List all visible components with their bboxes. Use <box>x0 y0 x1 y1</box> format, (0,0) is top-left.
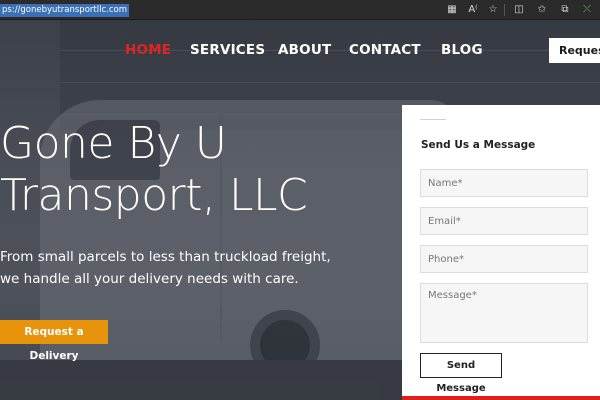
phone-field[interactable] <box>420 245 588 273</box>
panel-divider <box>420 119 446 120</box>
name-field[interactable] <box>420 169 588 197</box>
nav-item-services[interactable]: SERVICES <box>190 42 265 58</box>
subtitle-line-2: we handle all your delivery needs with c… <box>0 271 299 287</box>
nav-request-button[interactable]: Request <box>549 38 600 63</box>
message-field[interactable] <box>420 283 588 343</box>
address-bar[interactable]: ps://gonebyutransportllc.com <box>0 4 129 17</box>
nav-item-blog[interactable]: BLOG <box>441 42 483 58</box>
collections-icon[interactable]: ⧉ <box>558 3 572 17</box>
hero-subtitle: From small parcels to less than truckloa… <box>0 246 360 290</box>
form-title: Send Us a Message <box>421 139 536 151</box>
email-field[interactable] <box>420 207 588 235</box>
split-screen-icon[interactable]: ◫ <box>512 3 526 17</box>
panel-bottom-accent <box>402 396 600 400</box>
nav-item-contact[interactable]: CONTACT <box>349 42 421 58</box>
page-title: Gone By U Transport, LLC <box>0 118 390 222</box>
read-aloud-icon[interactable]: A⁽ <box>466 3 480 17</box>
contact-form-panel: Send Us a Message Send Message <box>402 105 600 400</box>
title-line-2: Transport, LLC <box>0 170 308 221</box>
browser-toolbar: ps://gonebyutransportllc.com ▦ A⁽ ☆ ◫ ✩ … <box>0 0 600 20</box>
nav-item-about[interactable]: ABOUT <box>278 42 331 58</box>
favorites-icon[interactable]: ✩ <box>535 3 549 17</box>
qr-code-icon[interactable]: ▦ <box>445 3 459 17</box>
toolbar-divider <box>504 4 505 16</box>
nav-item-home[interactable]: HOME <box>125 42 171 58</box>
send-message-button[interactable]: Send Message <box>420 353 502 394</box>
request-delivery-button[interactable]: Request a Delivery <box>0 320 108 362</box>
main-nav: HOME SERVICES ABOUT CONTACT BLOG <box>0 42 600 62</box>
title-line-1: Gone By U <box>0 118 227 169</box>
favorite-star-icon[interactable]: ☆ <box>486 3 500 17</box>
subtitle-line-1: From small parcels to less than truckloa… <box>0 249 331 265</box>
extension-icon[interactable]: ⤬ <box>580 3 594 17</box>
